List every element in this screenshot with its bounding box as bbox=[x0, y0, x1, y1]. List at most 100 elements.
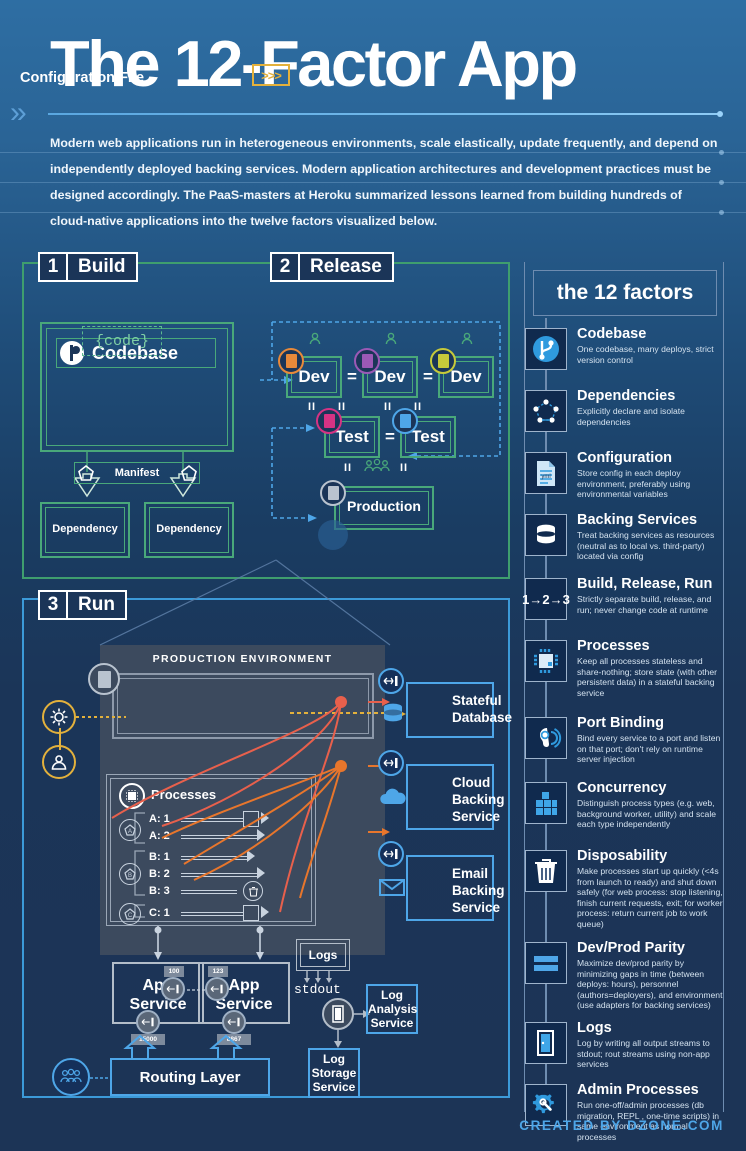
process-row: C: 1 bbox=[149, 907, 170, 919]
pentagon-package-icon bbox=[78, 464, 94, 481]
factor-name: Port Binding bbox=[577, 715, 664, 731]
process-badge-a: A bbox=[119, 819, 141, 841]
backing-service-cloud[interactable]: Cloud Backing Service bbox=[406, 764, 505, 830]
trash-icon bbox=[243, 881, 263, 901]
backing-service-email[interactable]: Email Backing Service bbox=[406, 855, 505, 921]
double-bar: II bbox=[344, 462, 353, 474]
sidebar-title: the 12 factors bbox=[556, 281, 694, 304]
port-tag: 123 bbox=[208, 966, 228, 977]
log-analysis-label: Log Analysis Service bbox=[368, 988, 418, 1030]
footer-credit: CREATED BY DZONE.COM bbox=[519, 1118, 724, 1133]
app-interconnect bbox=[187, 989, 205, 991]
factor-desc: Log by writing all output streams to std… bbox=[577, 1038, 710, 1070]
factor-name: Logs bbox=[577, 1020, 612, 1036]
dependency-label: Dependency bbox=[156, 523, 222, 535]
factor-desc: Store config in each deploy environment,… bbox=[577, 468, 691, 500]
person-icon bbox=[385, 332, 397, 345]
double-chevron-right-icon: » bbox=[10, 96, 27, 129]
process-to-app-connectors bbox=[154, 926, 264, 960]
header-description: Modern web applications run in heterogen… bbox=[50, 136, 718, 228]
dependency-graph-icon bbox=[525, 390, 567, 432]
stage-number-release: 2 bbox=[270, 252, 300, 282]
port-binding-icon bbox=[161, 977, 185, 1001]
log-storage-label: Log Storage Service bbox=[311, 1052, 357, 1094]
factor-desc: Distinguish process types (e.g. web, bac… bbox=[577, 798, 717, 830]
routing-connector bbox=[90, 1077, 112, 1079]
factor-name: Dependencies bbox=[577, 388, 676, 404]
production-label: Production bbox=[347, 498, 421, 514]
document-icon bbox=[430, 348, 456, 374]
factor-desc: One codebase, many deploys, strict versi… bbox=[577, 344, 714, 365]
stage-badge-run: 3 Run bbox=[38, 590, 127, 620]
factor-desc: Maximize dev/prod parity by minimizing g… bbox=[577, 958, 723, 1011]
stage-number-run: 3 bbox=[38, 590, 68, 620]
process-row: B: 3 bbox=[149, 885, 170, 897]
equals-bars-icon bbox=[525, 942, 567, 984]
one-two-three-icon: 1→2→3 bbox=[522, 578, 570, 620]
sidebar-title-box: the 12 factors bbox=[533, 270, 717, 316]
log-analysis-service[interactable]: Log Analysis Service bbox=[366, 984, 418, 1034]
database-icon bbox=[525, 514, 567, 556]
configuration-file-label: Configuration File bbox=[20, 70, 145, 86]
stage-badge-release: 2 Release bbox=[270, 252, 394, 282]
process-row: B: 1 bbox=[149, 851, 170, 863]
stage-badge-build: 1 Build bbox=[38, 252, 138, 282]
build-panel: Codebase {code} Manifest Dependency Depe… bbox=[22, 262, 272, 579]
double-bar: II bbox=[338, 401, 347, 413]
port-binding-icon bbox=[378, 668, 404, 694]
port-binding-icon bbox=[378, 841, 404, 867]
users-group-icon bbox=[52, 1058, 90, 1096]
stage-label-build: Build bbox=[68, 252, 138, 282]
backing-service-label: Stateful Database bbox=[452, 693, 513, 725]
port-tag: 100 bbox=[164, 966, 184, 977]
service-binding-curves bbox=[111, 696, 390, 913]
gear-user-connector bbox=[59, 728, 61, 750]
building-blocks-icon bbox=[525, 782, 567, 824]
svg-text:yml: yml bbox=[541, 474, 550, 480]
yml-file-icon: yml bbox=[525, 452, 567, 494]
factor-desc: Bind every service to a port and listen … bbox=[577, 733, 721, 765]
chip-icon bbox=[119, 783, 145, 809]
document-icon bbox=[320, 480, 346, 506]
document-icon bbox=[278, 348, 304, 374]
sidebar-12-factors: the 12 factors Codebase One codebase, ma… bbox=[522, 262, 724, 1142]
document-icon bbox=[88, 663, 120, 695]
trash-icon bbox=[525, 850, 567, 892]
stage-label-release: Release bbox=[300, 252, 394, 282]
header: The 12-Factor App » Modern web applicati… bbox=[0, 0, 746, 232]
document-icon bbox=[392, 408, 418, 434]
production-node bbox=[318, 520, 348, 550]
git-branch-icon bbox=[525, 328, 567, 370]
infographic-page: The 12-Factor App » Modern web applicati… bbox=[0, 0, 746, 1151]
log-storage-service[interactable]: Log Storage Service bbox=[308, 1048, 360, 1098]
port-binding-icon bbox=[222, 1010, 246, 1034]
factor-name: Dev/Prod Parity bbox=[577, 940, 685, 956]
process-row: A: 1 bbox=[149, 813, 170, 825]
svg-text:1→2→3: 1→2→3 bbox=[522, 592, 570, 607]
factor-desc: Treat backing services as resources (neu… bbox=[577, 530, 715, 562]
processes-title: Processes bbox=[151, 787, 217, 802]
config-arrow-chip: >>> bbox=[252, 64, 290, 86]
backing-service-label: Cloud Backing Service bbox=[452, 775, 505, 824]
factor-desc: Explicitly declare and isolate dependenc… bbox=[577, 406, 685, 427]
double-bar: II bbox=[308, 401, 317, 413]
factor-name: Configuration bbox=[577, 450, 673, 466]
document-icon bbox=[354, 348, 380, 374]
person-icon bbox=[461, 332, 473, 345]
double-bar: II bbox=[400, 462, 409, 474]
double-bar: II bbox=[414, 401, 423, 413]
port-binding-icon bbox=[136, 1010, 160, 1034]
process-badge-c: C bbox=[119, 903, 141, 925]
equals-sign: = bbox=[347, 367, 357, 386]
routing-layer[interactable]: Routing Layer bbox=[110, 1058, 270, 1096]
factor-name: Processes bbox=[577, 638, 650, 654]
factor-desc: Strictly separate build, release, and ru… bbox=[577, 594, 712, 615]
svg-text:C: C bbox=[128, 913, 133, 919]
backing-service-stateful-database[interactable]: Stateful Database bbox=[406, 682, 512, 738]
factor-name: Admin Processes bbox=[577, 1082, 699, 1098]
ear-listen-icon bbox=[525, 717, 567, 759]
factor-desc: Make processes start up quickly (<4s fro… bbox=[577, 866, 723, 929]
document-icon bbox=[316, 408, 342, 434]
factor-name: Disposability bbox=[577, 848, 668, 864]
header-divider bbox=[48, 111, 723, 117]
